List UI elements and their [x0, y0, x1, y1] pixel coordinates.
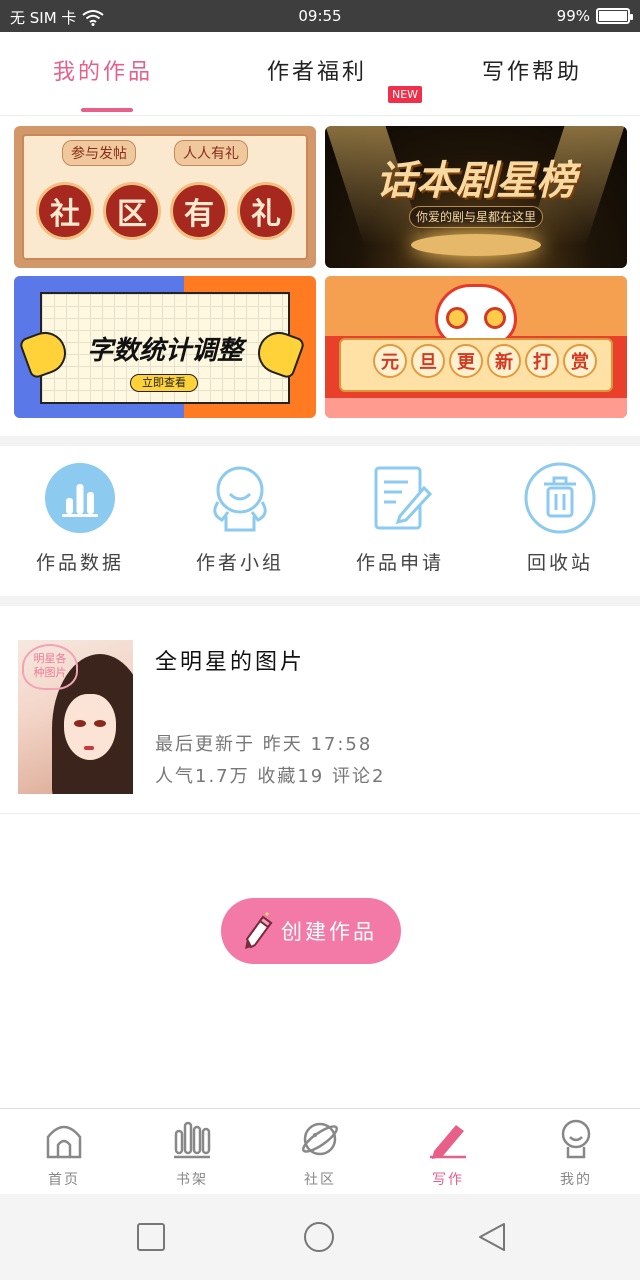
banner-title: 话本剧星榜	[376, 158, 576, 204]
nav-community[interactable]: 社区	[256, 1119, 384, 1189]
status-right: 99%	[556, 7, 633, 25]
cover-text-line: 明星各	[33, 652, 67, 665]
lion-dance-icon	[435, 284, 517, 346]
banner-char: 旦	[411, 344, 445, 378]
battery-icon	[596, 8, 633, 24]
banner-char: 社	[36, 182, 94, 240]
nav-bookshelf[interactable]: 书架	[128, 1119, 256, 1189]
quick-recycle-bin[interactable]: 回收站	[480, 462, 640, 575]
home-icon	[46, 1125, 82, 1159]
nav-write[interactable]: 写作	[384, 1119, 512, 1189]
banner-char: 打	[525, 344, 559, 378]
tab-author-benefits[interactable]: 作者福利	[267, 54, 367, 86]
status-bar: 无 SIM 卡 09:55 99%	[0, 0, 640, 32]
nav-label: 写作	[432, 1172, 464, 1188]
profile-icon	[561, 1119, 591, 1159]
group-icon	[213, 466, 267, 532]
section-divider	[0, 436, 640, 446]
cover-lip	[84, 746, 94, 750]
status-time: 09:55	[298, 7, 342, 25]
section-divider	[0, 596, 640, 606]
banner-star-ranking[interactable]: 话本剧星榜 你爱的剧与星都在这里	[325, 126, 627, 268]
quick-label: 作者小组	[195, 552, 284, 574]
cover-face	[64, 694, 116, 760]
stage-platform	[411, 234, 541, 256]
quick-work-data[interactable]: 作品数据	[0, 462, 160, 575]
recent-apps-icon[interactable]	[135, 1221, 167, 1253]
work-stats: 人气1.7万 收藏19 评论2	[155, 766, 386, 787]
edit-doc-icon	[374, 466, 433, 530]
cover-heart-label: 明星各 种图片	[22, 644, 78, 690]
banner-char: 元	[373, 344, 407, 378]
bookshelf-icon	[174, 1121, 211, 1159]
nav-profile[interactable]: 我的	[512, 1119, 640, 1189]
cover-text-line: 种图片	[33, 666, 67, 679]
work-card[interactable]: 明星各 种图片 全明星的图片 最后更新于 昨天 17:58 人气1.7万 收藏1…	[0, 620, 640, 814]
battery-level	[599, 11, 627, 21]
lion-eye	[484, 307, 506, 329]
banner-char: 赏	[563, 344, 597, 378]
banner-title: 字数统计调整	[86, 336, 243, 366]
battery-percent: 99%	[556, 7, 590, 25]
active-tab-indicator	[81, 108, 133, 112]
nav-label: 社区	[304, 1172, 336, 1188]
quick-label: 作品申请	[355, 552, 444, 574]
quick-label: 作品数据	[35, 552, 124, 574]
banner-wordcount[interactable]: 字数统计调整 立即查看	[14, 276, 316, 418]
view-now-button[interactable]: 立即查看	[130, 374, 198, 392]
create-work-label: 创建作品	[281, 920, 377, 944]
top-tabs: 我的作品 作者福利 NEW 写作帮助	[0, 32, 640, 116]
banner-char: 新	[487, 344, 521, 378]
quick-author-group[interactable]: 作者小组	[160, 462, 320, 575]
quick-label: 回收站	[526, 552, 593, 574]
home-circle-icon[interactable]	[303, 1221, 335, 1253]
nav-label: 首页	[48, 1172, 80, 1188]
nav-home[interactable]: 首页	[0, 1119, 128, 1189]
banner-newyear[interactable]: 元 旦 更 新 打 赏	[325, 276, 627, 418]
banner-char: 有	[170, 182, 228, 240]
banner-subtitle: 你爱的剧与星都在这里	[409, 206, 543, 228]
create-work-button[interactable]: 创建作品	[221, 898, 401, 964]
banner-community-gift[interactable]: 参与发帖 人人有礼 社 区 有 礼	[14, 126, 316, 268]
work-cover-image[interactable]: 明星各 种图片	[18, 640, 133, 794]
back-triangle-icon[interactable]	[476, 1221, 508, 1253]
tab-my-works[interactable]: 我的作品	[53, 54, 153, 86]
cover-eye	[94, 720, 106, 727]
new-badge: NEW	[388, 86, 423, 103]
banner-tag-gift: 人人有礼	[174, 140, 248, 166]
banner-char: 礼	[237, 182, 295, 240]
system-nav-bar	[0, 1194, 640, 1280]
cloud-decoration	[325, 398, 627, 418]
lion-eye	[446, 307, 468, 329]
quick-work-apply[interactable]: 作品申请	[320, 462, 480, 575]
tab-writing-help[interactable]: 写作帮助	[482, 54, 582, 86]
bar-chart-icon	[45, 463, 115, 533]
pen-icon	[430, 1125, 466, 1159]
cover-eye	[74, 720, 86, 727]
planet-icon	[302, 1122, 338, 1156]
bottom-nav: 首页 书架 社区 写作 我的	[0, 1108, 640, 1194]
banner-char: 区	[103, 182, 161, 240]
banner-tag-post: 参与发帖	[62, 140, 136, 166]
banner-char: 更	[449, 344, 483, 378]
nav-label: 我的	[560, 1172, 592, 1188]
work-last-update: 最后更新于 昨天 17:58	[155, 734, 373, 755]
nav-label: 书架	[176, 1172, 208, 1188]
trash-icon	[524, 462, 596, 534]
work-title[interactable]: 全明星的图片	[155, 644, 305, 676]
pencil-icon	[245, 912, 273, 949]
